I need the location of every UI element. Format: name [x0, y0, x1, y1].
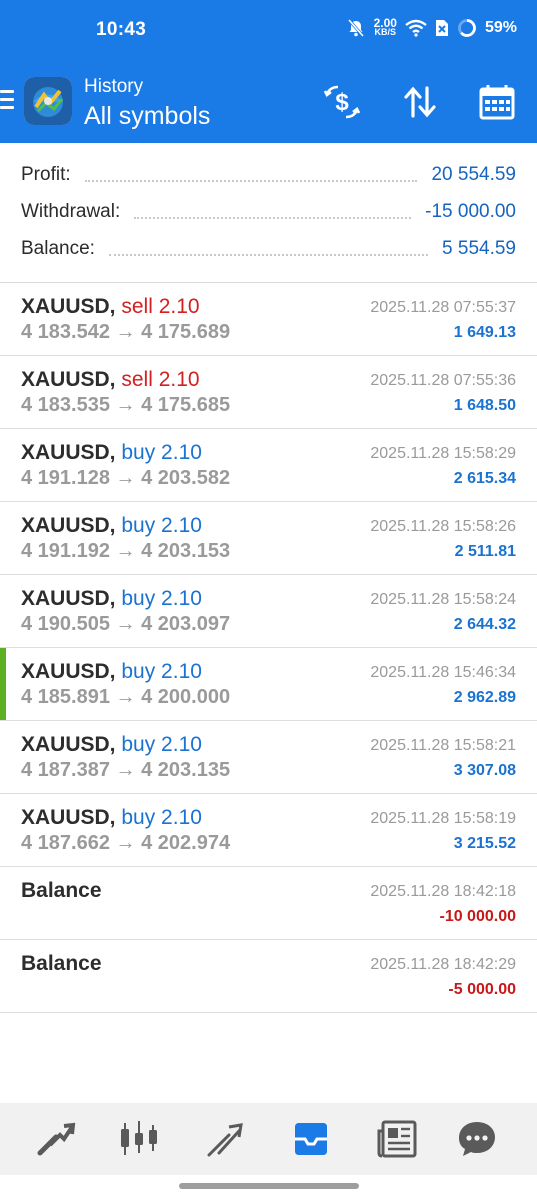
trade-profit: 3 215.52: [453, 835, 516, 852]
trade-symbol: XAUUSD,: [21, 587, 116, 610]
balance-label: Balance: [21, 879, 102, 902]
trade-time: 2025.11.28 15:46:34: [370, 664, 516, 681]
trade-time: 2025.11.28 15:58:29: [370, 445, 516, 462]
summary-panel: Profit: 20 554.59 Withdrawal: -15 000.00…: [0, 143, 537, 282]
trade-profit: 3 307.08: [453, 762, 516, 779]
summary-label: Balance:: [21, 238, 95, 259]
summary-label: Profit:: [21, 164, 71, 185]
trade-row[interactable]: XAUUSD, buy 2.10 4 187.387 → 4 203.135 2…: [0, 721, 537, 794]
status-time: 10:43: [96, 19, 147, 40]
header-title[interactable]: All symbols: [84, 102, 210, 131]
trade-prices: 4 190.505 → 4 203.097: [21, 613, 231, 635]
trade-side: buy 2.10: [121, 806, 202, 829]
trade-symbol: XAUUSD,: [21, 733, 116, 756]
summary-withdrawal: Withdrawal: -15 000.00: [21, 197, 516, 227]
calendar-icon[interactable]: [477, 82, 517, 122]
header-subtitle: History: [84, 76, 144, 97]
trade-prices: 4 191.192 → 4 203.153: [21, 540, 231, 562]
trade-row[interactable]: XAUUSD, buy 2.10 4 191.192 → 4 203.153 2…: [0, 502, 537, 575]
app-logo: [24, 77, 72, 125]
trade-time: 2025.11.28 15:58:24: [370, 591, 516, 608]
trade-profit: 2 644.32: [453, 616, 516, 633]
menu-icon[interactable]: [0, 90, 14, 114]
trade-side: buy 2.10: [121, 587, 202, 610]
trade-row[interactable]: XAUUSD, buy 2.10 4 190.505 → 4 203.097 2…: [0, 575, 537, 648]
trade-prices: 4 183.535 → 4 175.685: [21, 394, 231, 416]
trade-time: 2025.11.28 15:58:26: [370, 518, 516, 535]
trade-symbol: XAUUSD,: [21, 441, 116, 464]
status-icons: 2.00 KB/S 59%: [346, 16, 517, 38]
trade-time: 2025.11.28 07:55:36: [370, 372, 516, 389]
balance-time: 2025.11.28 18:42:18: [370, 883, 516, 900]
summary-value: 20 554.59: [431, 164, 516, 185]
quotes-icon[interactable]: [34, 1117, 78, 1161]
battery-level: 59%: [484, 19, 517, 36]
trade-row[interactable]: XAUUSD, sell 2.10 4 183.535 → 4 175.685 …: [0, 356, 537, 429]
net-speed: 2.00 KB/S: [373, 16, 397, 37]
trade-prices: 4 183.542 → 4 175.689: [21, 321, 231, 343]
balance-row[interactable]: Balance 2025.11.28 18:42:18 -10 000.00: [0, 867, 537, 940]
balance-label: Balance: [21, 952, 102, 975]
trade-prices: 4 187.662 → 4 202.974: [21, 832, 231, 854]
summary-value: -15 000.00: [425, 201, 516, 222]
trade-profit: 1 648.50: [453, 397, 516, 414]
currency-exchange-icon[interactable]: $: [322, 82, 362, 122]
wifi-icon: [405, 19, 427, 37]
trade-row-selected[interactable]: XAUUSD, buy 2.10 4 185.891 → 4 200.000 2…: [0, 648, 537, 721]
trade-prices: 4 187.387 → 4 203.135: [21, 759, 231, 781]
trade-time: 2025.11.28 07:55:37: [370, 299, 516, 316]
summary-value: 5 554.59: [442, 238, 516, 259]
trade-side: buy 2.10: [121, 441, 202, 464]
trade-profit: 2 615.34: [453, 470, 516, 487]
app-header: 10:43 2.00 KB/S 59% History All symbols …: [0, 0, 537, 143]
trade-side: buy 2.10: [121, 660, 202, 683]
chat-icon[interactable]: [455, 1117, 499, 1161]
summary-profit: Profit: 20 554.59: [21, 160, 516, 190]
trade-side: buy 2.10: [121, 733, 202, 756]
bottom-navigation: [0, 1103, 537, 1175]
home-indicator[interactable]: [179, 1183, 359, 1189]
trade-symbol: XAUUSD,: [21, 806, 116, 829]
mute-notifications-icon: [347, 19, 364, 37]
trade-profit: 2 962.89: [453, 689, 516, 706]
battery-ring-icon: [458, 19, 476, 37]
trade-symbol: XAUUSD,: [21, 295, 116, 318]
balance-amount: -5 000.00: [448, 981, 516, 998]
trade-side: sell 2.10: [121, 368, 200, 391]
trade-row[interactable]: XAUUSD, sell 2.10 4 183.542 → 4 175.689 …: [0, 283, 537, 356]
trade-icon[interactable]: [203, 1117, 247, 1161]
trade-prices: 4 185.891 → 4 200.000: [21, 686, 231, 708]
history-list: XAUUSD, sell 2.10 4 183.542 → 4 175.689 …: [0, 283, 537, 1013]
sort-icon[interactable]: [400, 82, 440, 122]
history-icon[interactable]: [289, 1117, 333, 1161]
trade-time: 2025.11.28 15:58:21: [370, 737, 516, 754]
trade-profit: 2 511.81: [454, 543, 516, 560]
trade-time: 2025.11.28 15:58:19: [370, 810, 516, 827]
selection-indicator: [0, 648, 6, 720]
sim-icon: [435, 20, 448, 36]
news-icon[interactable]: [375, 1117, 419, 1161]
summary-balance: Balance: 5 554.59: [21, 234, 516, 264]
summary-label: Withdrawal:: [21, 201, 121, 222]
trade-side: buy 2.10: [121, 514, 202, 537]
trade-symbol: XAUUSD,: [21, 514, 116, 537]
balance-time: 2025.11.28 18:42:29: [370, 956, 516, 973]
chart-icon[interactable]: [117, 1117, 161, 1161]
svg-text:$: $: [335, 89, 349, 116]
trade-side: sell 2.10: [121, 295, 200, 318]
balance-amount: -10 000.00: [439, 908, 516, 925]
trade-row[interactable]: XAUUSD, buy 2.10 4 191.128 → 4 203.582 2…: [0, 429, 537, 502]
trade-row[interactable]: XAUUSD, buy 2.10 4 187.662 → 4 202.974 2…: [0, 794, 537, 867]
trade-profit: 1 649.13: [453, 324, 516, 341]
trade-prices: 4 191.128 → 4 203.582: [21, 467, 231, 489]
balance-row[interactable]: Balance 2025.11.28 18:42:29 -5 000.00: [0, 940, 537, 1013]
trade-symbol: XAUUSD,: [21, 660, 116, 683]
trade-symbol: XAUUSD,: [21, 368, 116, 391]
